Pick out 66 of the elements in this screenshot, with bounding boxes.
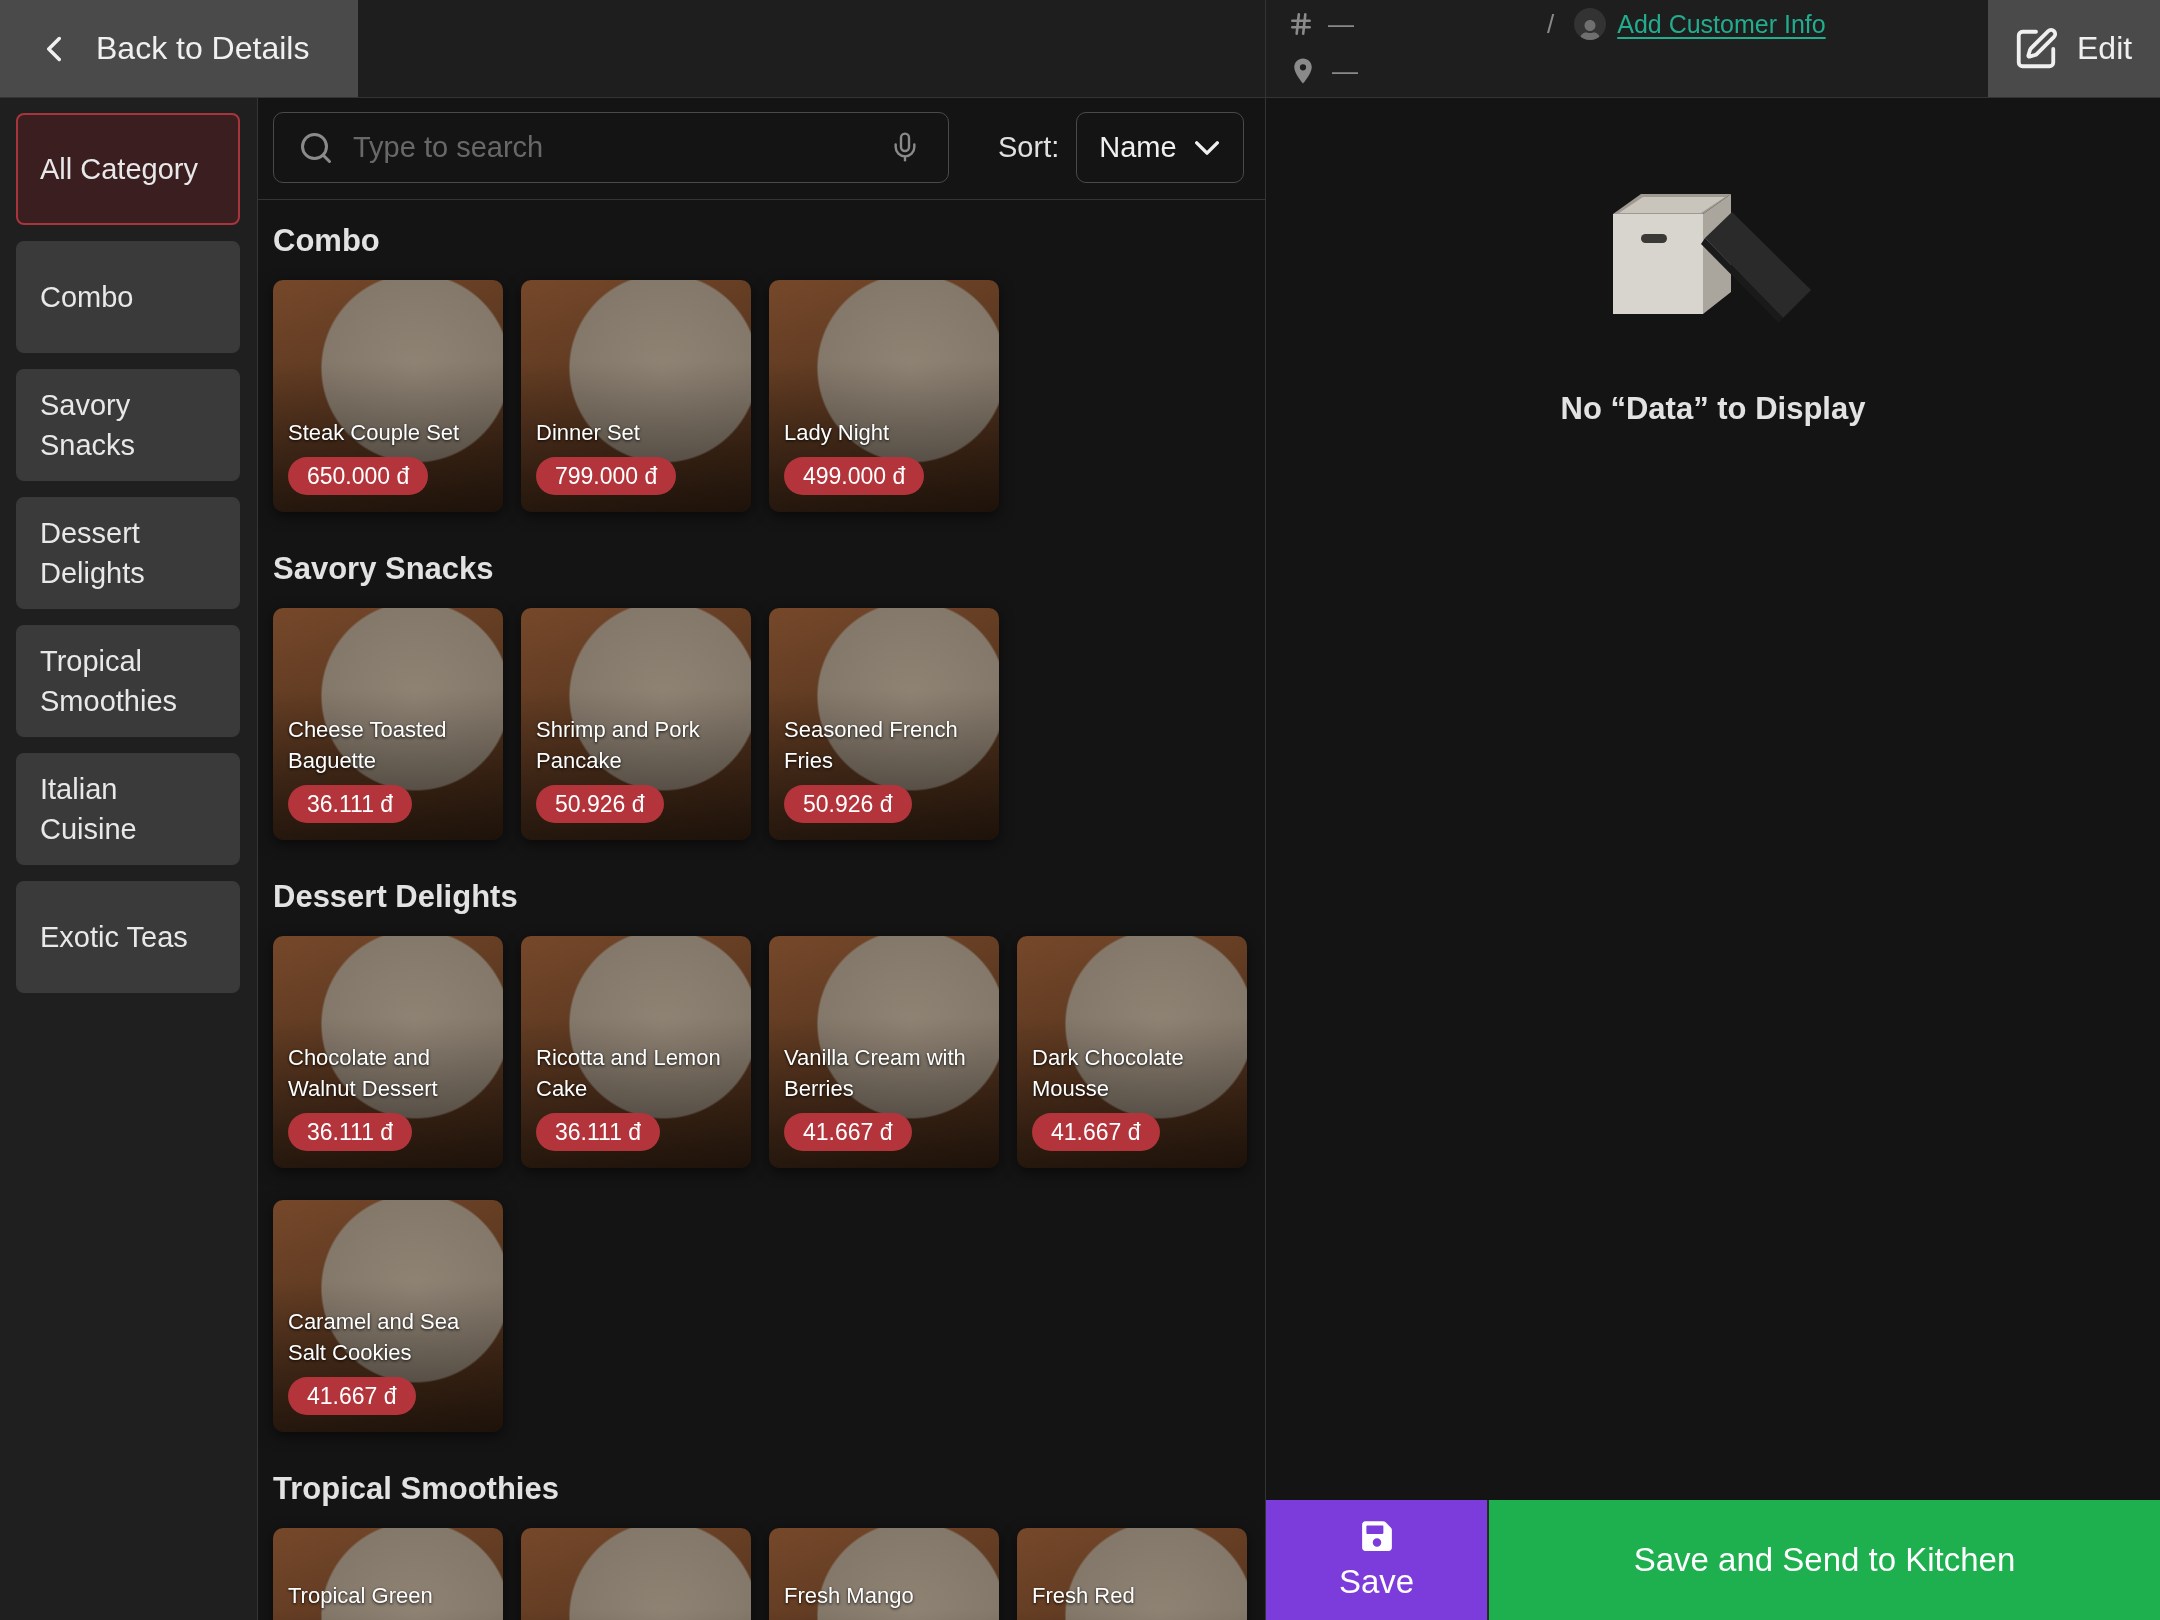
price-badge: 650.000 đ bbox=[288, 457, 429, 495]
menu-item-card[interactable]: Cheese Toasted Baguette 36.111 đ bbox=[273, 608, 503, 840]
menu-item-card[interactable]: Lady Night 499.000 đ bbox=[769, 280, 999, 512]
category-button[interactable]: Dessert Delights bbox=[16, 497, 240, 609]
category-button[interactable]: Combo bbox=[16, 241, 240, 353]
add-customer-link[interactable]: Add Customer Info bbox=[1617, 9, 1826, 39]
category-button[interactable]: All Category bbox=[16, 113, 240, 225]
item-name: Seasoned French Fries bbox=[784, 716, 959, 775]
separator-text: / bbox=[1547, 8, 1555, 40]
avatar-icon bbox=[1574, 8, 1607, 40]
item-name: Cheese Toasted Baguette bbox=[288, 716, 448, 775]
hash-icon bbox=[1288, 11, 1314, 37]
section-title: Tropical Smoothies bbox=[273, 1470, 560, 1508]
chevron-left-icon bbox=[47, 35, 61, 62]
price-badge: 499.000 đ bbox=[784, 457, 925, 495]
sort-label: Sort: bbox=[998, 131, 1060, 164]
item-name: Caramel and Sea Salt Cookies bbox=[288, 1308, 461, 1367]
chevron-down-icon bbox=[1195, 140, 1220, 155]
price-badge: 36.111 đ bbox=[288, 1113, 413, 1151]
menu-item-card[interactable]: Vanilla Cream with Berries 41.667 đ bbox=[769, 936, 999, 1168]
section-title: Dessert Delights bbox=[273, 878, 519, 916]
item-name: Tropical Green bbox=[288, 1582, 433, 1610]
menu-item-card[interactable]: Fresh Red bbox=[1017, 1528, 1247, 1620]
sort-dropdown[interactable]: Name bbox=[1076, 112, 1245, 183]
empty-state-message: No “Data” to Display bbox=[1560, 390, 1866, 428]
menu-item-card[interactable]: Tropical Green bbox=[273, 1528, 503, 1620]
category-button[interactable]: Exotic Teas bbox=[16, 881, 240, 993]
price-badge: 41.667 đ bbox=[1032, 1113, 1160, 1151]
number-value: — bbox=[1328, 8, 1354, 40]
item-name: Vanilla Cream with Berries bbox=[784, 1044, 967, 1103]
price-badge: 41.667 đ bbox=[288, 1377, 416, 1415]
menu-item-card[interactable]: Steak Couple Set 650.000 đ bbox=[273, 280, 503, 512]
menu-item-card[interactable]: Dark Chocolate Mousse 41.667 đ bbox=[1017, 936, 1247, 1168]
menu-item-card[interactable]: Ricotta and Lemon Cake 36.111 đ bbox=[521, 936, 751, 1168]
item-name: Lady Night bbox=[784, 419, 890, 447]
price-badge: 36.111 đ bbox=[288, 785, 413, 823]
item-name: Dinner Set bbox=[536, 419, 640, 447]
menu-item-card[interactable]: Seasoned French Fries 50.926 đ bbox=[769, 608, 999, 840]
price-badge: 50.926 đ bbox=[536, 785, 664, 823]
menu-item-card[interactable]: Dinner Set 799.000 đ bbox=[521, 280, 751, 512]
back-button[interactable]: Back to Details bbox=[0, 0, 358, 97]
search-icon bbox=[298, 130, 334, 166]
edit-button[interactable]: Edit bbox=[1988, 0, 2160, 97]
location-value: — bbox=[1332, 55, 1358, 87]
menu-item-card[interactable]: Shrimp and Pork Pancake 50.926 đ bbox=[521, 608, 751, 840]
price-badge: 50.926 đ bbox=[784, 785, 912, 823]
price-badge: 799.000 đ bbox=[536, 457, 677, 495]
item-name: Steak Couple Set bbox=[288, 419, 460, 447]
item-name: Dark Chocolate Mousse bbox=[1032, 1044, 1185, 1103]
menu-item-card[interactable]: Fresh Mango bbox=[769, 1528, 999, 1620]
category-button[interactable]: Italian Cuisine bbox=[16, 753, 240, 865]
search-field[interactable]: Type to search bbox=[273, 112, 949, 183]
item-name: Fresh Red bbox=[1032, 1582, 1135, 1610]
section-title: Combo bbox=[273, 222, 381, 260]
menu-item-card[interactable]: Caramel and Sea Salt Cookies 41.667 đ bbox=[273, 1200, 503, 1432]
price-badge: 41.667 đ bbox=[784, 1113, 912, 1151]
category-button[interactable]: Tropical Smoothies bbox=[16, 625, 240, 737]
item-name: Ricotta and Lemon Cake bbox=[536, 1044, 722, 1103]
item-name: Fresh Mango bbox=[784, 1582, 914, 1610]
save-button[interactable]: Save bbox=[1266, 1500, 1487, 1620]
section-title: Savory Snacks bbox=[273, 550, 495, 588]
item-name: Chocolate and Walnut Dessert bbox=[288, 1044, 439, 1103]
category-button[interactable]: Savory Snacks bbox=[16, 369, 240, 481]
menu-item-card[interactable]: Chocolate and Walnut Dessert 36.111 đ bbox=[273, 936, 503, 1168]
price-badge: 36.111 đ bbox=[536, 1113, 661, 1151]
item-name: Shrimp and Pork Pancake bbox=[536, 716, 701, 775]
